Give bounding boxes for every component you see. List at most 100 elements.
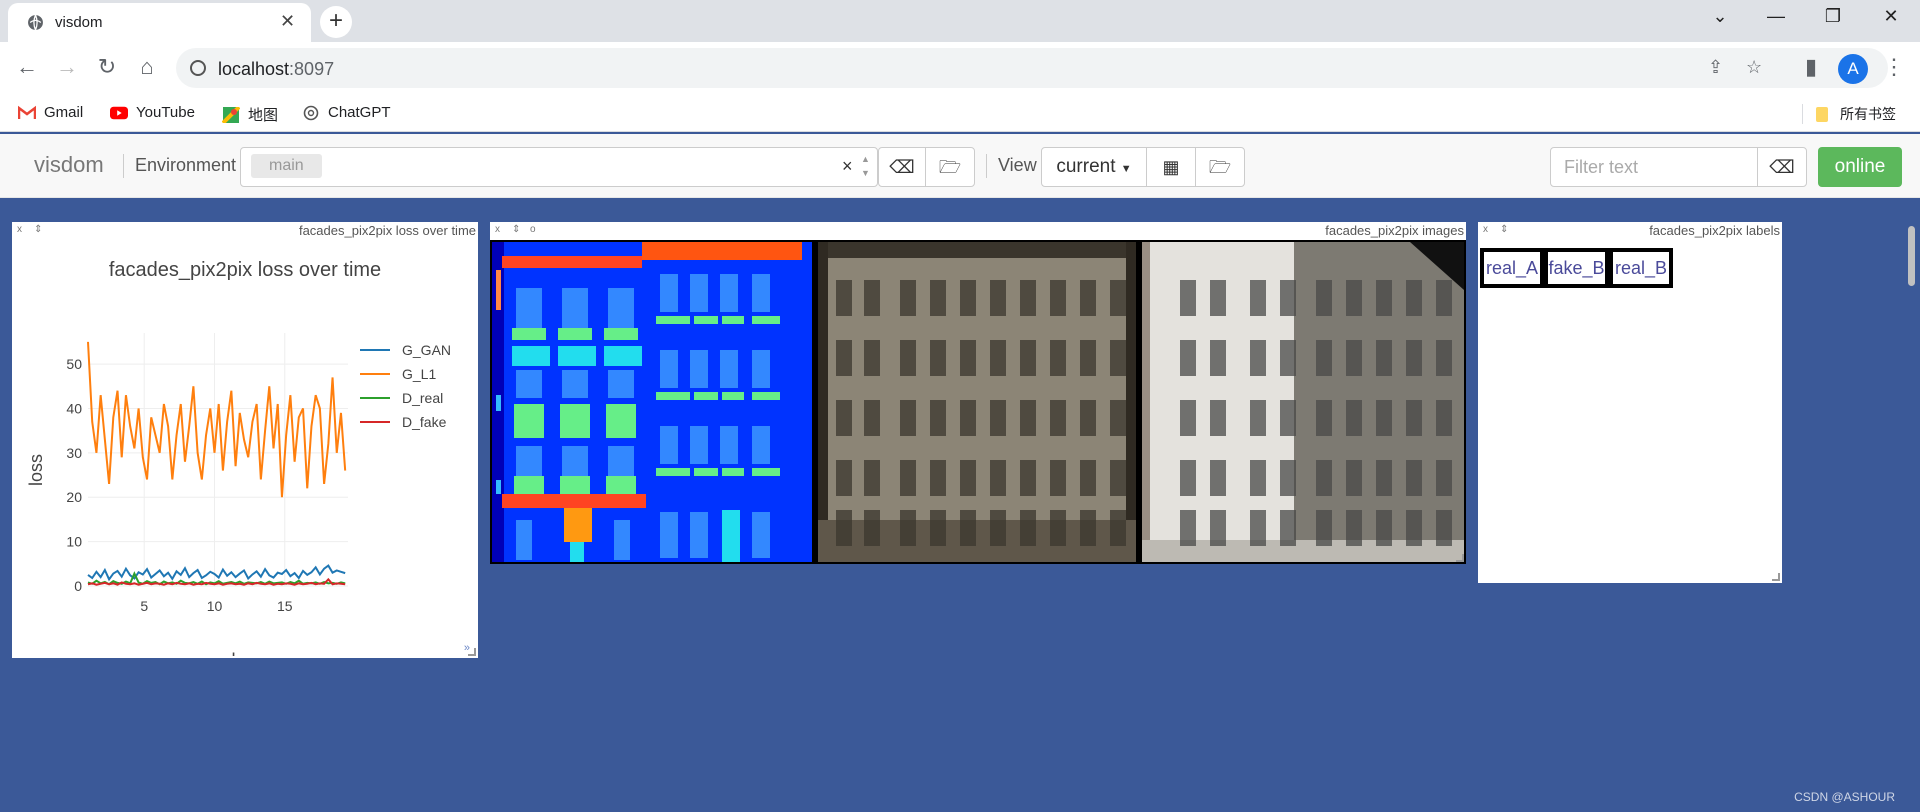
restore-button[interactable]: ❐ [1813, 6, 1853, 27]
facade-window [1020, 280, 1036, 316]
facade-window [990, 400, 1006, 436]
labels-pane[interactable]: x ⇕ facades_pix2pix labels real_A fake_B… [1478, 222, 1782, 583]
pane-titlebar-labels[interactable]: x ⇕ facades_pix2pix labels [1478, 222, 1782, 240]
clear-environment-icon[interactable]: × [842, 156, 853, 177]
new-tab-button[interactable]: + [320, 6, 352, 38]
bookmark-gmail[interactable]: Gmail [18, 104, 83, 121]
home-icon[interactable]: ⌂ [132, 54, 162, 80]
facade-window [1436, 400, 1452, 436]
minimize-button[interactable]: — [1756, 6, 1796, 27]
bookmark-maps[interactable]: 地图 [222, 104, 278, 125]
manage-env-button[interactable]: 🗁 [925, 147, 975, 187]
facade-window [1376, 510, 1392, 546]
bookmark-chatgpt[interactable]: ChatGPT [302, 104, 391, 121]
facade-window [960, 460, 976, 496]
environment-chip[interactable]: main [251, 154, 322, 178]
facade-window [1250, 460, 1266, 496]
pane-close-icon[interactable]: x [1483, 224, 1488, 235]
tab-search-icon[interactable]: ⌄ [1700, 6, 1740, 27]
repack-view-button[interactable]: ▦ [1146, 147, 1196, 187]
view-label: View [998, 155, 1037, 175]
facade-window [960, 340, 976, 376]
x-tick-label: 10 [207, 598, 223, 614]
label-real-a: real_A [1480, 248, 1544, 288]
plot-pane[interactable]: x ⇕ facades_pix2pix loss over time facad… [12, 222, 478, 658]
facade-window [1080, 510, 1096, 546]
reload-icon[interactable]: ↻ [92, 54, 122, 80]
images-pane[interactable]: x ⇕ o facades_pix2pix images [490, 222, 1466, 564]
folder-open-icon-2: 🗁 [1208, 157, 1232, 177]
chatgpt-icon [303, 105, 319, 120]
legend-label[interactable]: D_fake [402, 414, 447, 430]
pane-download-icon[interactable]: ⇕ [512, 224, 520, 235]
legend-label[interactable]: G_L1 [402, 366, 436, 382]
url-text: localhost:8097 [218, 59, 335, 79]
facade-window [960, 400, 976, 436]
menu-dots-icon[interactable]: ⋮ [1879, 54, 1909, 80]
facade-window [1280, 400, 1296, 436]
facade-window [1346, 280, 1362, 316]
facade-window [1180, 280, 1196, 316]
facade-window [1406, 340, 1422, 376]
close-window-button[interactable]: ✕ [1871, 6, 1911, 27]
all-bookmarks[interactable]: 所有书签 [1814, 104, 1896, 124]
facade-window [1180, 460, 1196, 496]
facade-window [1180, 510, 1196, 546]
page-scrollbar[interactable] [1908, 226, 1915, 286]
pane-close-icon[interactable]: x [495, 224, 500, 235]
gmail-icon [18, 105, 36, 119]
legend-label[interactable]: G_GAN [402, 342, 451, 358]
pane-close-icon[interactable]: x [17, 224, 22, 235]
facade-window [930, 510, 946, 546]
pane-download-icon[interactable]: ⇕ [34, 224, 42, 235]
back-arrow-icon[interactable]: ← [12, 54, 42, 80]
facade-window [1080, 460, 1096, 496]
profile-avatar[interactable]: A [1838, 54, 1868, 84]
bookmarks-divider [1802, 104, 1803, 124]
facade-window [1406, 460, 1422, 496]
site-info-icon[interactable] [190, 60, 206, 76]
browser-tab[interactable]: visdom ✕ [8, 3, 311, 42]
facade-window [1050, 280, 1066, 316]
facade-window [1180, 340, 1196, 376]
loss-chart[interactable]: facades_pix2pix loss over time loss epoc… [12, 240, 478, 656]
label-fake-b: fake_B [1544, 248, 1609, 288]
environment-spinner-icon[interactable]: ▲ ▼ [861, 152, 870, 180]
forward-arrow-icon[interactable]: → [52, 54, 82, 80]
chart-legend[interactable]: G_GAN G_L1 D_real D_fake [360, 342, 451, 430]
facade-window [864, 460, 880, 496]
facade-window [1346, 340, 1362, 376]
pane-reset-icon[interactable]: o [530, 224, 536, 235]
bookmark-star-icon[interactable]: ☆ [1746, 57, 1762, 78]
pane-download-icon[interactable]: ⇕ [1500, 224, 1508, 235]
manage-views-button[interactable]: 🗁 [1195, 147, 1245, 187]
share-icon[interactable]: ⇪ [1708, 57, 1723, 78]
facade-window [1346, 460, 1362, 496]
facade-window [1436, 460, 1452, 496]
bookmark-youtube[interactable]: YouTube [110, 104, 195, 121]
view-select[interactable]: current ▼ [1041, 147, 1147, 187]
y-tick-label: 50 [66, 356, 82, 372]
pane-resize-handle-labels[interactable] [1772, 573, 1780, 581]
online-status-button[interactable]: online [1818, 147, 1902, 187]
image-grid [490, 240, 1466, 564]
tab-close-icon[interactable]: ✕ [280, 11, 295, 32]
pane-titlebar-images[interactable]: x ⇕ o facades_pix2pix images [490, 222, 1466, 240]
pane-resize-handle-images[interactable] [1456, 554, 1464, 562]
environment-select[interactable]: main × ▲ ▼ [240, 147, 878, 187]
clear-env-button[interactable]: ⌫ [878, 147, 926, 187]
labels-window-title: facades_pix2pix labels [1649, 223, 1780, 238]
y-tick-label: 10 [66, 534, 82, 550]
real-a-image [492, 242, 812, 562]
facade-window [1180, 400, 1196, 436]
globe-icon [28, 14, 43, 31]
visdom-brand[interactable]: visdom [34, 152, 104, 178]
pane-resize-handle[interactable] [468, 648, 476, 656]
side-panel-icon[interactable]: ▮ [1796, 54, 1826, 80]
caret-down-icon: ▼ [1120, 163, 1132, 175]
clear-filter-button[interactable]: ⌫ [1757, 147, 1807, 187]
pane-titlebar[interactable]: x ⇕ facades_pix2pix loss over time [12, 222, 478, 240]
filter-input[interactable]: Filter text [1550, 147, 1758, 187]
address-bar[interactable]: localhost:8097 ⇪ ☆ [176, 48, 1888, 88]
legend-label[interactable]: D_real [402, 390, 443, 406]
